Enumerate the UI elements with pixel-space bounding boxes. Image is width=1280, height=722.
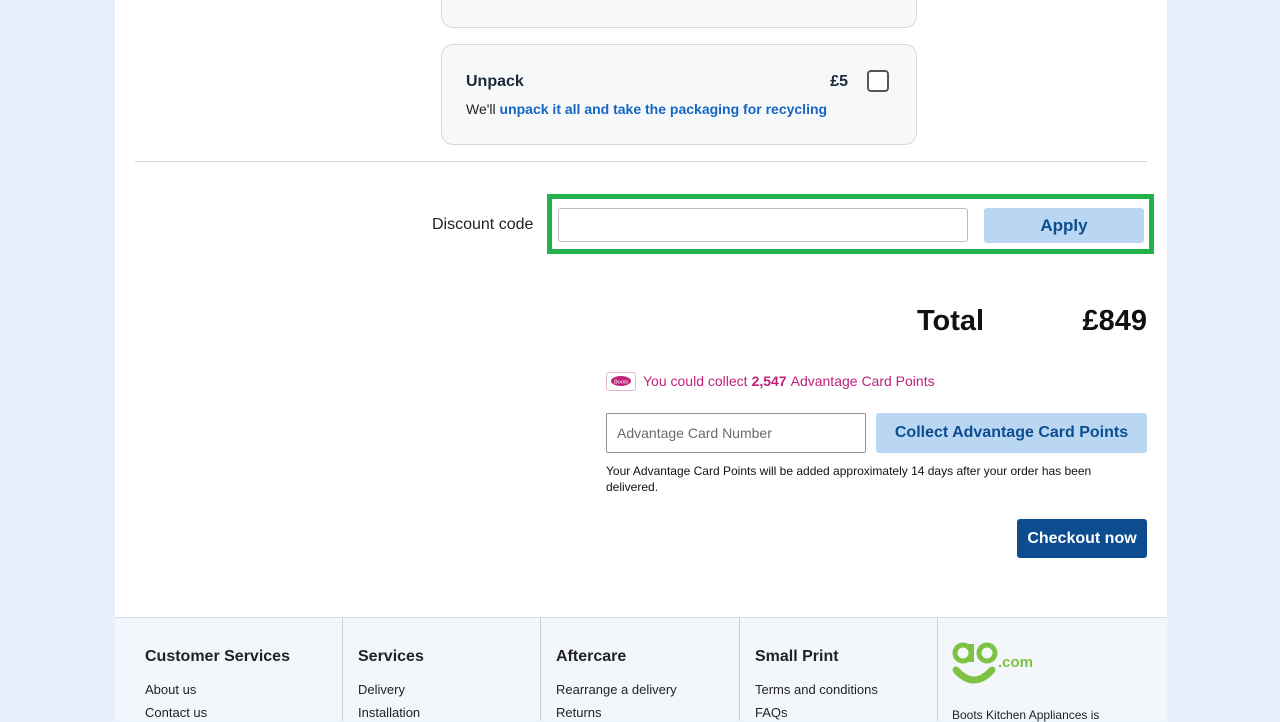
footer-col-services: Services Delivery Installation [342, 618, 541, 721]
collect-advantage-points-button[interactable]: Collect Advantage Card Points [876, 413, 1147, 453]
footer-link-delivery[interactable]: Delivery [358, 682, 405, 697]
checkout-now-button[interactable]: Checkout now [1017, 519, 1147, 558]
discount-code-label: Discount code [432, 216, 534, 233]
footer-link-faqs[interactable]: FAQs [755, 705, 788, 720]
ao-logo-icon[interactable]: .com [952, 640, 1048, 696]
total-value: £849 [1082, 305, 1147, 337]
unpack-desc-prefix: We'll [466, 101, 500, 117]
previous-option-card [441, 0, 917, 28]
footer-col-small-print: Small Print Terms and conditions FAQs [739, 618, 938, 721]
footer-col-aftercare: Aftercare Rearrange a delivery Returns [540, 618, 740, 721]
svg-text:.com: .com [998, 654, 1033, 671]
footer-link-about-us[interactable]: About us [145, 682, 196, 697]
footer-link-terms[interactable]: Terms and conditions [755, 682, 878, 697]
unpack-price: £5 [830, 73, 848, 90]
advantage-suffix: Advantage Card Points [790, 373, 935, 389]
basket-page: Unpack £5 We'll unpack it all and take t… [115, 0, 1168, 722]
footer-link-returns[interactable]: Returns [556, 705, 602, 720]
footer-heading: Aftercare [556, 648, 627, 665]
unpack-checkbox[interactable] [867, 70, 889, 92]
unpack-description: We'll unpack it all and take the packagi… [466, 101, 827, 117]
footer-col-customer-services: Customer Services About us Contact us [145, 618, 342, 721]
footer-link-contact-us[interactable]: Contact us [145, 705, 207, 720]
unpack-desc-link[interactable]: unpack it all and take the packaging for… [500, 101, 828, 117]
unpack-option-card[interactable]: Unpack £5 We'll unpack it all and take t… [441, 44, 917, 145]
footer: Customer Services About us Contact us Se… [115, 617, 1168, 722]
svg-text:Boots: Boots [614, 378, 629, 385]
section-divider [135, 161, 1147, 162]
footer-heading: Small Print [755, 648, 839, 665]
discount-code-input[interactable] [558, 208, 968, 242]
advantage-points-message: Boots You could collect 2,547 Advantage … [606, 371, 935, 391]
advantage-note: Your Advantage Card Points will be added… [606, 464, 1092, 494]
total-label: Total [917, 305, 985, 337]
footer-heading: Services [358, 648, 424, 665]
footer-heading: Customer Services [145, 648, 290, 665]
boots-logo-icon: Boots [606, 371, 636, 391]
apply-button[interactable]: Apply [984, 208, 1144, 243]
footer-link-rearrange-delivery[interactable]: Rearrange a delivery [556, 682, 677, 697]
footer-col-brand: .com Boots Kitchen Appliances is [937, 618, 1168, 722]
advantage-prefix: You could collect [643, 373, 748, 389]
footer-link-installation[interactable]: Installation [358, 705, 420, 720]
advantage-card-number-input[interactable] [606, 413, 866, 453]
unpack-title: Unpack [466, 73, 524, 90]
advantage-points: 2,547 [751, 373, 787, 389]
